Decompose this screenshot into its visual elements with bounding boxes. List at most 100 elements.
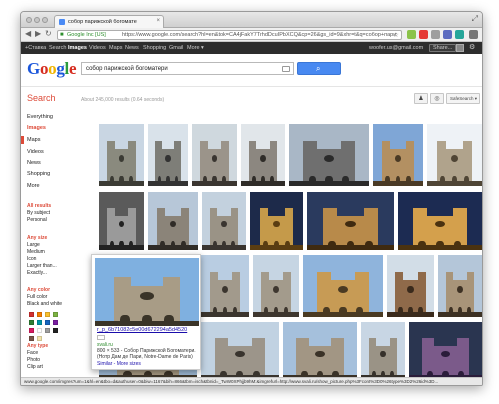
filter-clip-art[interactable]: Clip art: [27, 364, 43, 370]
search-button[interactable]: ⌕: [297, 62, 341, 75]
search-input[interactable]: собор парижской богоматери: [81, 62, 294, 75]
sidebar-item-everything[interactable]: Everything: [27, 114, 53, 120]
filter-icon[interactable]: Icon: [27, 256, 36, 262]
color-swatch[interactable]: [29, 328, 34, 333]
search-query[interactable]: собор парижской богоматери: [86, 66, 168, 72]
gbar-videos[interactable]: Videos: [89, 45, 106, 51]
sidebar-item-videos[interactable]: Videos: [27, 149, 44, 155]
image-thumbnail[interactable]: [289, 124, 369, 186]
image-thumbnail[interactable]: [99, 192, 144, 250]
color-swatch[interactable]: [53, 328, 58, 333]
gbar-search[interactable]: Search: [49, 45, 66, 51]
gbar-plus[interactable]: +Ставка: [25, 45, 46, 51]
extension-icon[interactable]: [443, 30, 452, 39]
filter-any-type[interactable]: Any type: [27, 343, 48, 349]
image-thumbnail[interactable]: [148, 124, 188, 186]
wrench-menu-icon[interactable]: [469, 30, 478, 39]
color-swatch[interactable]: [29, 320, 34, 325]
zoom-window-button[interactable]: [42, 17, 48, 23]
filter-by-subject[interactable]: By subject: [27, 210, 50, 216]
image-thumbnail[interactable]: [99, 124, 144, 186]
gbar-more[interactable]: More ▾: [187, 45, 204, 51]
gbar-news[interactable]: News: [125, 45, 139, 51]
sidebar-item-maps[interactable]: Maps: [27, 137, 40, 143]
keyboard-icon[interactable]: [282, 66, 290, 72]
extension-icon[interactable]: [407, 30, 416, 39]
user-email[interactable]: woofer.us@gmail.com: [369, 45, 423, 51]
sidebar-item-images[interactable]: Images: [27, 125, 46, 131]
color-swatch[interactable]: [37, 312, 42, 317]
globe-icon[interactable]: ◎: [430, 93, 444, 104]
filter-any-color[interactable]: Any color: [27, 287, 50, 293]
image-thumbnail[interactable]: [253, 255, 299, 317]
image-thumbnail[interactable]: [283, 322, 357, 380]
color-swatch[interactable]: [37, 328, 42, 333]
arrow-icon[interactable]: [97, 335, 105, 340]
image-hover-card[interactable]: r_p_6b71082c5e00d672294a5d4520 svali.ru …: [91, 254, 201, 370]
filter-black-white[interactable]: Black and white: [27, 301, 62, 307]
extension-icon[interactable]: [419, 30, 428, 39]
filter-exactly[interactable]: Exactly...: [27, 270, 47, 276]
image-thumbnail[interactable]: [192, 124, 237, 186]
url-text[interactable]: https://www.google.com/search?hl=en&tok=…: [122, 32, 397, 38]
filter-face[interactable]: Face: [27, 350, 38, 356]
filter-larger-than[interactable]: Larger than...: [27, 263, 57, 269]
image-thumbnail[interactable]: [427, 124, 482, 186]
filter-large[interactable]: Large: [27, 242, 40, 248]
image-thumbnail[interactable]: [373, 124, 423, 186]
hover-image[interactable]: [95, 258, 199, 326]
filter-full-color[interactable]: Full color: [27, 294, 47, 300]
gear-icon[interactable]: ⚙: [469, 43, 475, 51]
color-swatch[interactable]: [37, 320, 42, 325]
image-thumbnail[interactable]: [201, 322, 279, 380]
color-swatch[interactable]: [45, 320, 50, 325]
share-button[interactable]: Share...: [429, 44, 457, 52]
gbar-images[interactable]: Images: [68, 45, 87, 51]
image-thumbnail[interactable]: [438, 255, 482, 317]
image-thumbnail[interactable]: [148, 192, 198, 250]
filter-medium[interactable]: Medium: [27, 249, 45, 255]
avatar[interactable]: [456, 44, 464, 52]
gbar-shopping[interactable]: Shopping: [143, 45, 166, 51]
image-filename-link[interactable]: r_p_6b71082c5e00d672294a5d4520: [97, 327, 199, 333]
image-thumbnail[interactable]: [387, 255, 434, 317]
address-bar[interactable]: ■ Google Inc [US] https://www.google.com…: [57, 30, 402, 40]
google-logo[interactable]: Google: [27, 59, 77, 79]
color-swatch[interactable]: [53, 312, 58, 317]
color-swatch[interactable]: [37, 336, 42, 341]
color-swatch[interactable]: [45, 312, 50, 317]
image-thumbnail[interactable]: [361, 322, 405, 380]
safesearch-button[interactable]: SafeSearch ▾: [446, 93, 480, 104]
color-swatch[interactable]: [29, 336, 34, 341]
filter-personal[interactable]: Personal: [27, 217, 47, 223]
similar-more-sizes-link[interactable]: Similar - More sizes: [97, 361, 141, 367]
browser-tab[interactable]: собор парижской богомате ×: [54, 15, 164, 28]
sidebar-item-news[interactable]: News: [27, 160, 41, 166]
bookmark-star-icon[interactable]: ☆: [393, 31, 399, 39]
fullscreen-icon[interactable]: ⤢: [472, 14, 478, 24]
close-tab-icon[interactable]: ×: [156, 18, 160, 24]
image-thumbnail[interactable]: [241, 124, 285, 186]
filter-photo[interactable]: Photo: [27, 357, 40, 363]
close-window-button[interactable]: [26, 17, 32, 23]
image-thumbnail[interactable]: [250, 192, 303, 250]
minimize-window-button[interactable]: [34, 17, 40, 23]
back-icon[interactable]: ◀: [25, 29, 31, 38]
image-thumbnail[interactable]: [201, 255, 249, 317]
extension-icon[interactable]: [455, 30, 464, 39]
gbar-maps[interactable]: Maps: [109, 45, 122, 51]
gbar-gmail[interactable]: Gmail: [169, 45, 183, 51]
person-icon[interactable]: ♟: [414, 93, 428, 104]
sidebar-item-more[interactable]: More: [27, 183, 40, 189]
color-swatch[interactable]: [53, 320, 58, 325]
color-swatch[interactable]: [45, 328, 50, 333]
forward-icon[interactable]: ▶: [35, 29, 41, 38]
image-thumbnail[interactable]: [409, 322, 482, 380]
color-swatch[interactable]: [29, 312, 34, 317]
image-thumbnail[interactable]: [307, 192, 394, 250]
sidebar-item-shopping[interactable]: Shopping: [27, 171, 50, 177]
image-thumbnail[interactable]: [202, 192, 246, 250]
extension-icon[interactable]: [431, 30, 440, 39]
filter-any-size[interactable]: Any size: [27, 235, 47, 241]
filter-all-results[interactable]: All results: [27, 203, 51, 209]
